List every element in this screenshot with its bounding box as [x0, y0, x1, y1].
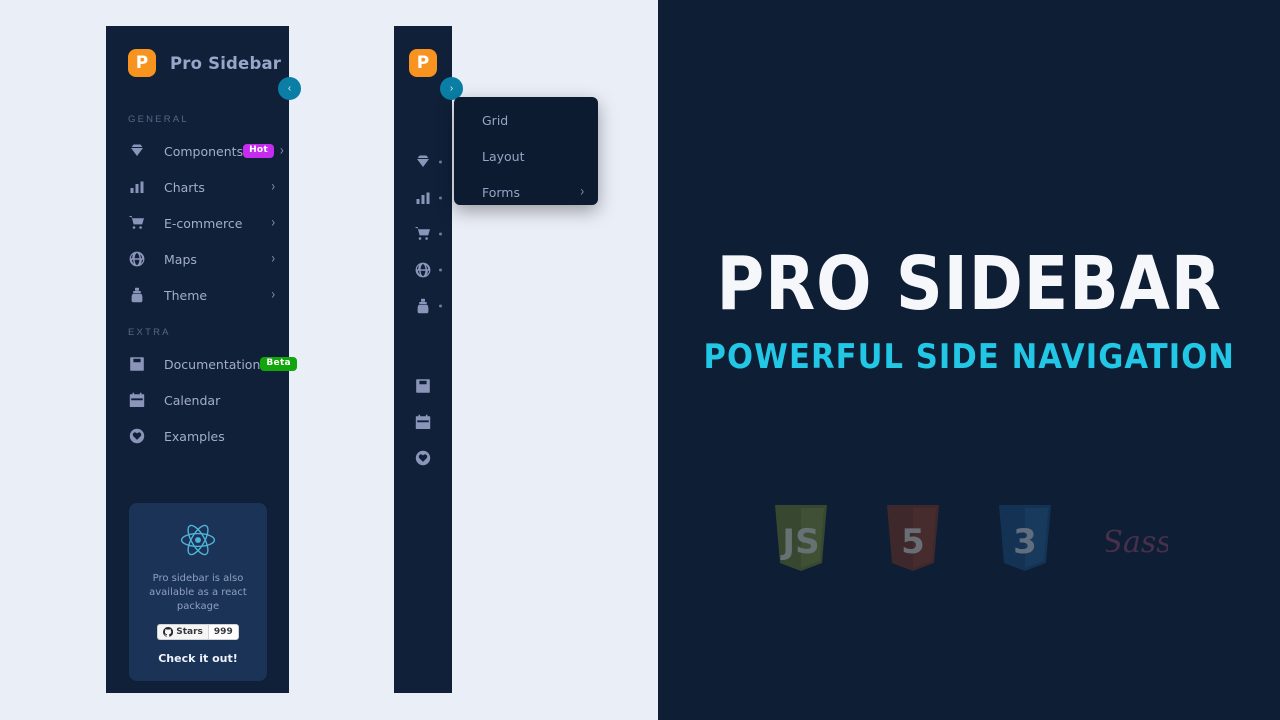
- sidebar-item-label: Theme: [164, 287, 208, 303]
- collapse-toggle-button[interactable]: ‹: [278, 77, 301, 100]
- popup-submenu-label: Layout: [482, 148, 525, 164]
- sidebar-item-charts[interactable]: Charts ›: [106, 169, 289, 205]
- page-subtitle: POWERFUL SIDE NAVIGATION: [703, 337, 1235, 377]
- github-icon: [163, 627, 174, 637]
- sidebar-collapsed: P › Grid Layout Forms ›: [394, 26, 598, 693]
- chevron-right-icon: ›: [271, 286, 275, 302]
- github-stars-count: 999: [207, 624, 239, 640]
- chevron-left-icon: ‹: [287, 82, 292, 94]
- sidebar-item-label: Components: [164, 143, 244, 159]
- chevron-right-icon: ›: [280, 142, 284, 158]
- sidebar-section-general: GENERAL: [128, 114, 189, 125]
- popup-submenu-item-grid[interactable]: Grid: [454, 102, 598, 138]
- sidebar-collapsed-item-calendar[interactable]: [394, 404, 452, 440]
- shopping-cart-icon: [128, 214, 146, 232]
- sidebar-item-examples[interactable]: Examples: [106, 418, 289, 454]
- sidebar-item-label: Charts: [164, 179, 205, 195]
- chevron-right-icon: ›: [449, 82, 454, 94]
- sidebar-collapsed-item-ecommerce[interactable]: [394, 216, 452, 252]
- book-icon: [128, 355, 146, 373]
- popup-submenu: Grid Layout Forms ›: [454, 97, 598, 205]
- status-badge-beta: Beta: [260, 357, 297, 371]
- sidebar-item-theme[interactable]: Theme ›: [106, 277, 289, 313]
- check-it-out-link[interactable]: Check it out!: [141, 652, 255, 665]
- book-icon: [416, 379, 430, 393]
- sidebar-item-label: Documentation: [164, 356, 261, 372]
- svg-text:5: 5: [901, 522, 925, 562]
- app-root: PRO SIDEBAR POWERFUL SIDE NAVIGATION JS …: [0, 0, 1280, 720]
- submenu-dot-icon: [439, 268, 442, 272]
- sidebar-item-ecommerce[interactable]: E-commerce ›: [106, 205, 289, 241]
- sidebar-header: P Pro Sidebar: [106, 26, 289, 100]
- chevron-right-icon: ›: [271, 250, 275, 266]
- sidebar-item-label: E-commerce: [164, 215, 243, 231]
- popup-submenu-item-layout[interactable]: Layout: [454, 138, 598, 174]
- brand-logo: P: [128, 49, 156, 77]
- github-stars-badge[interactable]: Stars 999: [157, 624, 239, 640]
- sidebar-item-documentation[interactable]: Documentation Beta: [106, 346, 297, 382]
- sidebar-item-label: Examples: [164, 428, 225, 444]
- globe-icon: [415, 262, 431, 278]
- submenu-dot-icon: [439, 232, 442, 236]
- sidebar-item-maps[interactable]: Maps ›: [106, 241, 289, 277]
- bar-chart-icon: [416, 192, 430, 204]
- sidebar-collapsed-item-charts[interactable]: [394, 180, 452, 216]
- hero-panel: PRO SIDEBAR POWERFUL SIDE NAVIGATION JS …: [658, 0, 1280, 720]
- sidebar-collapsed-item-theme[interactable]: [394, 288, 452, 324]
- github-stars-label: Stars: [176, 627, 203, 637]
- react-logo: [141, 521, 255, 559]
- sidebar-collapsed-item-examples[interactable]: [394, 440, 452, 476]
- chevron-right-icon: ›: [580, 183, 584, 199]
- service-heart-icon: [128, 427, 146, 445]
- submenu-dot-icon: [439, 304, 442, 308]
- html5-logo: 5: [882, 505, 944, 571]
- popup-submenu-label: Grid: [482, 112, 509, 128]
- sidebar-collapsed-item-documentation[interactable]: [394, 368, 452, 404]
- svg-text:JS: JS: [780, 522, 819, 562]
- bar-chart-icon: [128, 178, 146, 196]
- sidebar-section-extra: EXTRA: [128, 327, 171, 338]
- sidebar-collapsed-item-components[interactable]: [394, 144, 452, 180]
- popup-submenu-item-forms[interactable]: Forms ›: [454, 174, 598, 210]
- submenu-dot-icon: [439, 160, 442, 164]
- page-title: PRO SIDEBAR: [716, 241, 1222, 327]
- sidebar-item-label: Calendar: [164, 392, 221, 408]
- sass-logo: Sass: [1106, 505, 1168, 571]
- sidebar-item-components[interactable]: Components Hot ›: [106, 133, 289, 169]
- ink-bottle-icon: [128, 286, 146, 304]
- javascript-logo: JS: [770, 505, 832, 571]
- sidebar-collapsed-item-maps[interactable]: [394, 252, 452, 288]
- popup-submenu-label: Forms: [482, 184, 521, 200]
- globe-icon: [128, 250, 146, 268]
- brand-name: Pro Sidebar: [170, 53, 282, 73]
- submenu-dot-icon: [439, 196, 442, 200]
- diamond-icon: [128, 142, 146, 160]
- svg-text:Sass: Sass: [1106, 525, 1168, 560]
- sidebar-item-calendar[interactable]: Calendar: [106, 382, 289, 418]
- calendar-icon: [128, 391, 146, 409]
- diamond-icon: [417, 155, 429, 167]
- promo-card: Pro sidebar is also available as a react…: [129, 503, 267, 681]
- sidebar-item-label: Maps: [164, 251, 197, 267]
- brand-logo-collapsed: P: [409, 49, 437, 77]
- github-stars-left: Stars: [157, 624, 208, 640]
- shopping-cart-icon: [415, 227, 430, 240]
- ink-bottle-icon: [417, 298, 429, 314]
- service-heart-icon: [415, 450, 431, 466]
- calendar-icon: [415, 414, 431, 429]
- chevron-right-icon: ›: [271, 178, 275, 194]
- sidebar-expanded: P Pro Sidebar GENERAL Components Hot › C…: [106, 26, 301, 693]
- tech-logo-row: JS 5 3 Sass: [658, 505, 1280, 571]
- chevron-right-icon: ›: [271, 214, 275, 230]
- svg-text:3: 3: [1013, 522, 1037, 562]
- promo-description: Pro sidebar is also available as a react…: [149, 573, 247, 612]
- status-badge-hot: Hot: [243, 144, 275, 158]
- css3-logo: 3: [994, 505, 1056, 571]
